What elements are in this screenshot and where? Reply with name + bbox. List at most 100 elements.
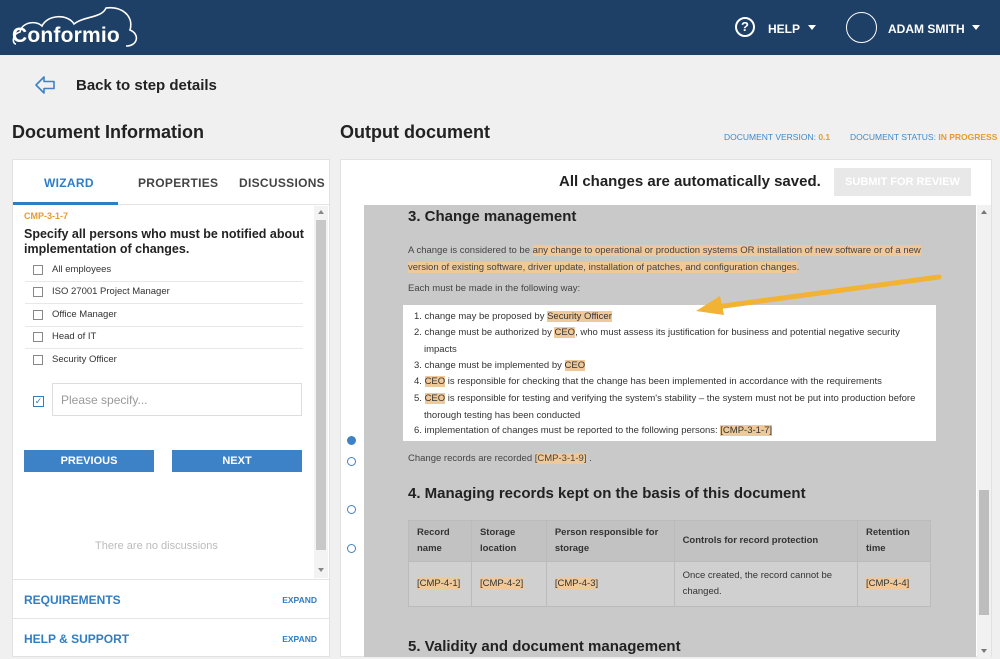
section-nav-dot[interactable] — [347, 505, 356, 514]
table-cell: [CMP-4-1] — [408, 561, 472, 607]
active-tab-indicator — [13, 202, 118, 205]
section-nav-dot[interactable] — [347, 544, 356, 553]
text: 1. change may be proposed by — [414, 311, 548, 322]
list-item: 5. CEO is responsible for testing and ve… — [414, 391, 929, 424]
highlighted-field[interactable]: CEO — [424, 393, 446, 404]
text: 3. change must be implemented by — [414, 360, 565, 371]
checkbox[interactable] — [33, 287, 43, 297]
requirements-accordion[interactable]: REQUIREMENTS EXPAND — [13, 579, 329, 617]
table-row: [CMP-4-1] [CMP-4-2] [CMP-4-3] Once creat… — [408, 561, 931, 607]
text: 5. — [414, 393, 425, 404]
section-4-title: 4. Managing records kept on the basis of… — [408, 485, 806, 502]
version-label: DOCUMENT VERSION: — [724, 132, 816, 142]
avatar[interactable] — [846, 12, 877, 43]
text: 2. change must be authorized by — [414, 327, 555, 338]
logo-text: Conformio — [12, 24, 120, 47]
document-information-title: Document Information — [12, 122, 204, 142]
section-nav-dot[interactable] — [347, 457, 356, 466]
specify-input[interactable] — [52, 383, 302, 416]
table-cell: Once created, the record cannot be chang… — [673, 561, 859, 607]
previous-button[interactable]: PREVIOUS — [24, 450, 154, 472]
status-label: DOCUMENT STATUS: — [850, 132, 936, 142]
column-header: Retention time — [857, 520, 931, 562]
question-code: CMP-3-1-7 — [24, 211, 69, 221]
list-item: 2. change must be authorized by CEO, who… — [414, 325, 929, 358]
option-head-of-it[interactable]: Head of IT — [25, 327, 303, 349]
doc-scroll-up-icon[interactable] — [981, 210, 987, 214]
user-chevron-down-icon[interactable] — [972, 25, 980, 30]
scroll-down-icon[interactable] — [318, 568, 324, 572]
tab-wizard[interactable]: WIZARD — [44, 176, 94, 190]
highlighted-field[interactable]: [CMP-4-4] — [866, 578, 910, 589]
column-header: Storage location — [470, 520, 547, 562]
top-bar: Conformio ? HELP ADAM SMITH — [0, 0, 1000, 55]
help-chevron-down-icon[interactable] — [808, 25, 816, 30]
text: is responsible for checking that the cha… — [445, 376, 882, 387]
info-tabs: WIZARD PROPERTIES DISCUSSIONS — [13, 160, 329, 205]
table-cell: [CMP-4-3] — [545, 561, 675, 607]
section-3-title: 3. Change management — [408, 208, 577, 225]
table-header-row: Record name Storage location Person resp… — [408, 520, 931, 562]
column-header: Person responsible for storage — [545, 520, 675, 562]
no-discussions-text: There are no discussions — [95, 540, 218, 552]
highlighted-field[interactable]: CEO — [554, 327, 576, 338]
document-scrollbar-thumb[interactable] — [979, 490, 989, 615]
highlighted-field[interactable]: CEO — [564, 360, 586, 371]
help-support-expand-button[interactable]: EXPAND — [282, 634, 317, 644]
wizard-question: Specify all persons who must be notified… — [24, 227, 304, 256]
wizard-content: CMP-3-1-7 Specify all persons who must b… — [13, 206, 329, 578]
option-all-employees[interactable]: All employees — [25, 260, 303, 282]
highlighted-field[interactable]: [CMP-4-1] — [417, 578, 461, 589]
help-support-accordion[interactable]: HELP & SUPPORT EXPAND — [13, 618, 329, 656]
tab-properties[interactable]: PROPERTIES — [138, 176, 218, 190]
option-label: All employees — [52, 264, 112, 275]
status-value: IN PROGRESS — [938, 132, 998, 142]
list-item: 4. CEO is responsible for checking that … — [414, 374, 929, 391]
checkbox[interactable] — [33, 310, 43, 320]
requirements-label: REQUIREMENTS — [24, 593, 121, 607]
output-document-title: Output document — [340, 122, 490, 142]
column-header: Record name — [408, 520, 472, 562]
tab-discussions[interactable]: DISCUSSIONS — [239, 176, 325, 190]
requirements-expand-button[interactable]: EXPAND — [282, 595, 317, 605]
highlighted-field[interactable]: [CMP-3-1-7] — [720, 425, 773, 436]
submit-for-review-button[interactable]: SUBMIT FOR REVIEW — [834, 168, 971, 196]
highlighted-field[interactable]: [CMP-3-1-9] — [534, 453, 587, 464]
output-document-panel: All changes are automatically saved. SUB… — [340, 159, 992, 657]
user-menu-label[interactable]: ADAM SMITH — [888, 22, 965, 36]
help-support-label: HELP & SUPPORT — [24, 632, 130, 646]
list-item: 6. implementation of changes must be rep… — [414, 423, 929, 440]
checkbox[interactable] — [33, 332, 43, 342]
change-records-paragraph: Change records are recorded [CMP-3-1-9] … — [408, 451, 592, 468]
scroll-up-icon[interactable] — [318, 210, 324, 214]
text: 4. — [414, 376, 425, 387]
doc-scroll-down-icon[interactable] — [981, 649, 987, 653]
text: . — [586, 453, 592, 464]
specify-checkbox-checked[interactable]: ✓ — [33, 396, 44, 407]
conformio-logo[interactable]: Conformio — [10, 4, 140, 50]
wizard-scrollbar-thumb[interactable] — [316, 220, 326, 550]
document-information-panel: WIZARD PROPERTIES DISCUSSIONS CMP-3-1-7 … — [12, 159, 330, 657]
table-cell: [CMP-4-4] — [857, 561, 931, 607]
back-label: Back to step details — [76, 77, 217, 94]
table-cell: [CMP-4-2] — [470, 561, 547, 607]
text: A change is considered to be — [408, 245, 533, 256]
option-iso-project-manager[interactable]: ISO 27001 Project Manager — [25, 282, 303, 304]
option-security-officer[interactable]: Security Officer — [25, 350, 303, 372]
highlighted-field[interactable]: [CMP-4-3] — [554, 578, 599, 589]
highlighted-field[interactable]: [CMP-4-2] — [479, 578, 524, 589]
option-label: Office Manager — [52, 309, 117, 320]
option-office-manager[interactable]: Office Manager — [25, 305, 303, 327]
document-preview: 3. Change management A change is conside… — [364, 205, 976, 657]
help-menu-label[interactable]: HELP — [768, 22, 800, 36]
checkbox[interactable] — [33, 265, 43, 275]
document-version: DOCUMENT VERSION: 0.1 — [724, 132, 830, 142]
section-nav-dot-active[interactable] — [347, 436, 356, 445]
help-icon[interactable]: ? — [735, 17, 755, 37]
highlighted-field[interactable]: Security Officer — [547, 311, 612, 322]
version-value: 0.1 — [818, 132, 831, 142]
text: is responsible for testing and verifying… — [424, 393, 916, 421]
highlighted-field[interactable]: CEO — [424, 376, 446, 387]
checkbox[interactable] — [33, 355, 43, 365]
next-button[interactable]: NEXT — [172, 450, 302, 472]
